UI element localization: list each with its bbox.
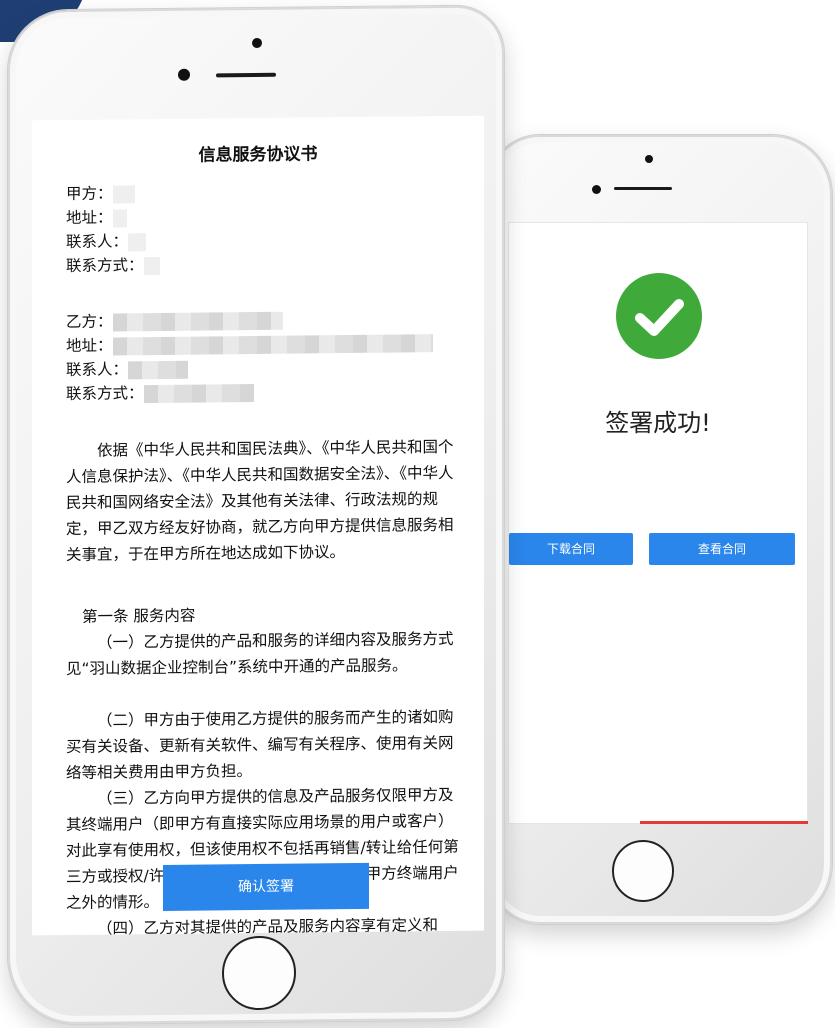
redacted-value <box>143 383 254 403</box>
party-a-block: 甲方： 地址： 联系人： 联系方式： <box>66 181 160 278</box>
redacted-value <box>112 333 433 356</box>
contract-intro: 依据《中华人民共和国民法典》、《中华人民共和国个人信息保护法》、《中华人民共和国… <box>66 437 454 564</box>
redacted-value <box>112 184 135 204</box>
accent-line <box>640 821 808 824</box>
party-b-phone-label: 联系方式： <box>66 384 144 403</box>
front-camera <box>178 68 190 81</box>
redacted-value <box>143 256 160 275</box>
home-button[interactable] <box>612 840 674 902</box>
party-b-block: 乙方： 地址： 联系人： 联系方式： <box>66 306 433 406</box>
clause-2: （二）甲方由于使用乙方提供的服务而产生的诸如购买有关设备、更新有关软件、编写有关… <box>66 707 454 782</box>
redacted-value <box>112 311 283 332</box>
contract-screen: 信息服务协议书 甲方： 地址： 联系人： 联系方式： 乙方： 地址： 联系人： … <box>32 115 484 936</box>
view-contract-button[interactable]: 查看合同 <box>649 533 795 565</box>
sensor-dot <box>252 37 262 49</box>
redacted-value <box>112 208 127 228</box>
success-screen: 签署成功! 下载合同 查看合同 <box>508 222 808 824</box>
earpiece-speaker <box>216 72 276 78</box>
check-icon <box>635 299 684 336</box>
party-b-contact-label: 联系人： <box>66 360 129 379</box>
home-button[interactable] <box>222 935 296 1011</box>
front-camera <box>592 185 601 194</box>
success-badge <box>616 273 702 359</box>
download-contract-button[interactable]: 下载合同 <box>509 533 633 565</box>
success-message: 签署成功! <box>605 409 711 437</box>
redacted-value <box>128 232 147 251</box>
phone-contract: 信息服务协议书 甲方： 地址： 联系人： 联系方式： 乙方： 地址： 联系人： … <box>8 5 504 1025</box>
party-a-phone-label: 联系方式： <box>66 256 144 275</box>
contract-title: 信息服务协议书 <box>198 144 318 166</box>
clause-1: （一）乙方提供的产品和服务的详细内容及服务方式见“羽山数据企业控制台”系统中开通… <box>66 629 454 678</box>
confirm-sign-button[interactable]: 确认签署 <box>163 862 369 911</box>
party-a-label: 甲方： <box>66 184 113 203</box>
sensor-dot <box>645 155 653 163</box>
party-a-contact-label: 联系人： <box>66 232 129 251</box>
phone-success: 签署成功! 下载合同 查看合同 <box>488 135 832 924</box>
party-a-address-label: 地址： <box>66 208 113 227</box>
redacted-value <box>128 360 189 379</box>
party-b-label: 乙方： <box>66 312 113 331</box>
clause-4: （四）乙方对其提供的产品及服务内容享有定义和 <box>97 916 439 936</box>
earpiece-speaker <box>614 187 672 190</box>
party-b-address-label: 地址： <box>66 336 113 355</box>
